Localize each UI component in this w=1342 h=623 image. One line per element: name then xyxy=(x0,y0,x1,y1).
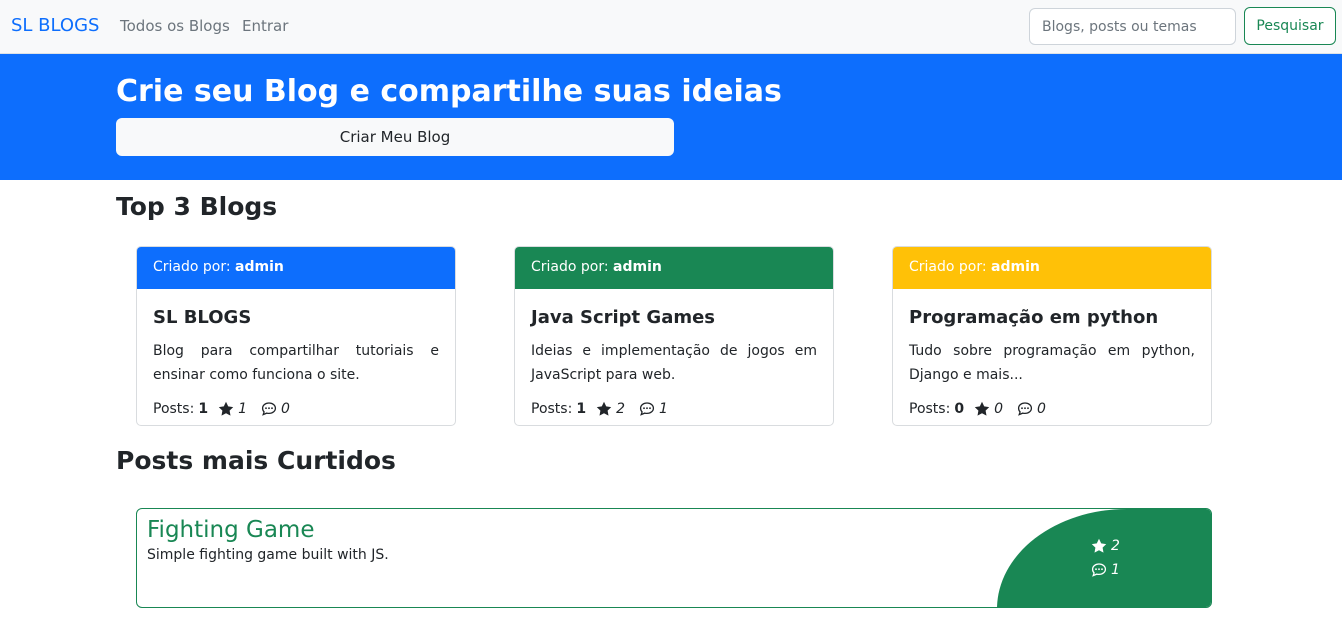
blog-description: Blog para compartilhar tutoriais e ensin… xyxy=(153,343,439,383)
star-icon xyxy=(974,401,990,416)
stars-count: 2 xyxy=(616,401,625,417)
blog-title[interactable]: Programação em python xyxy=(909,307,1158,328)
star-icon xyxy=(218,401,234,416)
created-by-label: Criado por: xyxy=(153,259,236,275)
comments-count: 1 xyxy=(658,401,668,417)
post-stars-count: 2 xyxy=(1111,538,1120,554)
blog-stats: Posts: 1 2 1 xyxy=(531,401,668,417)
stars-count: 1 xyxy=(238,401,247,417)
brand-link[interactable]: SL BLOGS xyxy=(11,15,99,36)
chat-icon xyxy=(639,402,655,416)
posts-count: 1 xyxy=(576,401,587,417)
posts-count: 0 xyxy=(954,401,965,417)
navbar: SL BLOGS Todos os Blogs Entrar Pesquisar xyxy=(0,0,1342,54)
star-icon xyxy=(596,401,612,416)
blog-stats: Posts: 1 1 0 xyxy=(153,401,290,417)
blog-title[interactable]: Java Script Games xyxy=(531,307,715,328)
post-description: Simple fighting game built with JS. xyxy=(147,547,389,563)
post-title[interactable]: Fighting Game xyxy=(147,517,315,543)
blog-card[interactable]: Criado por: admin Programação em python … xyxy=(892,246,1212,426)
posts-label: Posts: xyxy=(531,401,573,417)
created-by-label: Criado por: xyxy=(531,259,614,275)
card-header: Criado por: admin xyxy=(137,247,455,289)
top-blogs-heading: Top 3 Blogs xyxy=(116,192,278,221)
chat-icon xyxy=(1091,563,1107,577)
nav-link-login[interactable]: Entrar xyxy=(242,17,288,35)
nav-link-all-blogs[interactable]: Todos os Blogs xyxy=(120,17,230,35)
post-comments-count: 1 xyxy=(1111,562,1120,578)
chat-icon xyxy=(261,402,277,416)
posts-count: 1 xyxy=(198,401,209,417)
author-name: admin xyxy=(991,259,1040,275)
star-icon xyxy=(1091,538,1107,553)
card-header: Criado por: admin xyxy=(515,247,833,289)
chat-icon xyxy=(1017,402,1033,416)
blog-title[interactable]: SL BLOGS xyxy=(153,307,251,328)
author-name: admin xyxy=(235,259,284,275)
post-stats-badge xyxy=(997,509,1211,607)
blog-description: Tudo sobre programação em python, Django… xyxy=(909,343,1195,383)
post-comments: 1 xyxy=(1091,562,1120,578)
posts-label: Posts: xyxy=(153,401,195,417)
author-name: admin xyxy=(613,259,662,275)
top-posts-heading: Posts mais Curtidos xyxy=(116,446,396,475)
blog-description: Ideias e implementação de jogos em JavaS… xyxy=(531,343,817,383)
search-button[interactable]: Pesquisar xyxy=(1244,7,1336,45)
post-card[interactable]: Fighting Game Simple fighting game built… xyxy=(136,508,1212,608)
card-header: Criado por: admin xyxy=(893,247,1211,289)
stars-count: 0 xyxy=(994,401,1003,417)
blog-stats: Posts: 0 0 0 xyxy=(909,401,1046,417)
created-by-label: Criado por: xyxy=(909,259,992,275)
post-stars: 2 xyxy=(1091,538,1120,554)
comments-count: 0 xyxy=(280,401,290,417)
posts-label: Posts: xyxy=(909,401,951,417)
blog-card[interactable]: Criado por: admin SL BLOGS Blog para com… xyxy=(136,246,456,426)
hero-title: Crie seu Blog e compartilhe suas ideias xyxy=(116,74,782,109)
search-input[interactable] xyxy=(1029,8,1236,45)
create-blog-button[interactable]: Criar Meu Blog xyxy=(116,118,674,156)
comments-count: 0 xyxy=(1036,401,1046,417)
hero-banner: Crie seu Blog e compartilhe suas ideias … xyxy=(0,54,1342,180)
blog-card[interactable]: Criado por: admin Java Script Games Idei… xyxy=(514,246,834,426)
